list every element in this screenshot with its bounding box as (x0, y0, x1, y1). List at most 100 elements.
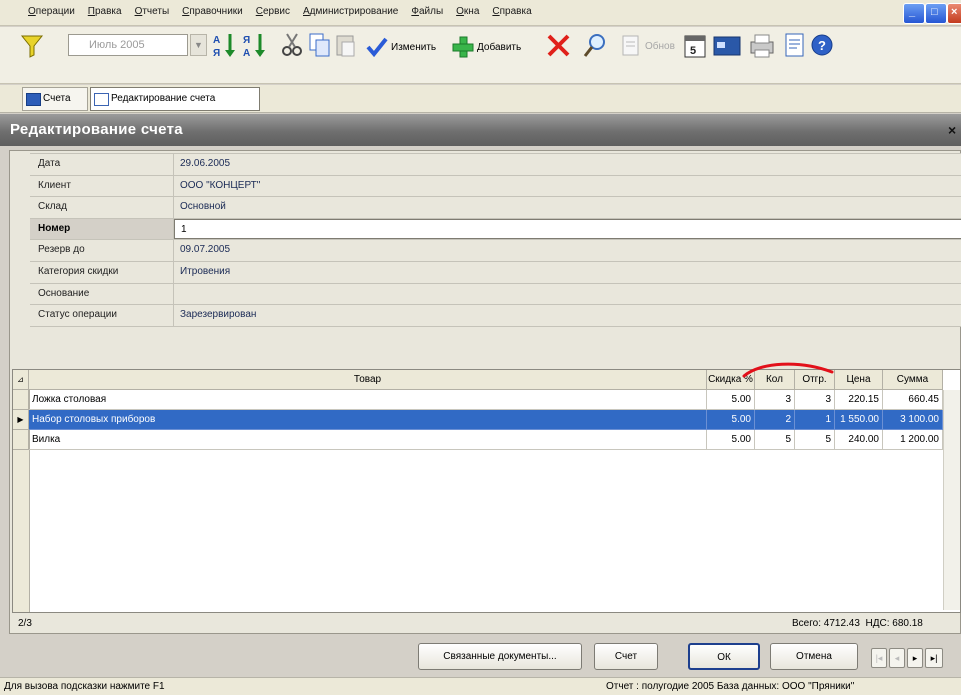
first-record-button[interactable]: |◂ (871, 648, 887, 668)
menu-item[interactable]: Окна (456, 6, 479, 17)
table-row[interactable]: Вилка 5.00 5 5 240.00 1 200.00 (13, 430, 960, 450)
menu-item[interactable]: Файлы (411, 6, 443, 17)
field-label: Категория скидки (30, 261, 174, 283)
column-header[interactable]: Сумма (883, 370, 943, 390)
menu-item[interactable]: Администрирование (303, 6, 398, 17)
field-value[interactable]: Зарезервирован (174, 305, 961, 326)
row-selector[interactable] (13, 430, 29, 450)
column-header[interactable]: Отгр. (795, 370, 835, 390)
minimize-icon: _ (909, 6, 916, 18)
field-row: Статус операции Зарезервирован (30, 305, 961, 327)
period-dropdown-button[interactable]: ▼ (190, 34, 207, 56)
last-record-button[interactable]: ▸| (925, 648, 943, 668)
tab-label: Счета (43, 93, 71, 104)
field-label: Номер (30, 218, 174, 240)
row-selector[interactable] (13, 390, 29, 410)
field-label: Основание (30, 283, 174, 305)
table-cell[interactable]: 5.00 (707, 390, 755, 410)
table-cell[interactable]: 3 (755, 390, 795, 410)
menu-item[interactable]: Справка (492, 6, 531, 17)
field-value[interactable]: 09.07.2005 (174, 240, 961, 261)
menu-item[interactable]: Правка (88, 6, 122, 17)
table-cell[interactable]: 3 100.00 (883, 410, 943, 430)
table-cell[interactable]: 2 (755, 410, 795, 430)
delete-icon[interactable] (546, 33, 572, 59)
sort-ascending-icon[interactable]: A Я (212, 31, 238, 59)
period-field[interactable]: Июль 2005 (68, 34, 188, 56)
cancel-button[interactable]: Отмена (770, 643, 858, 670)
table-cell[interactable]: 5 (795, 430, 835, 450)
table-cell[interactable]: 220.15 (835, 390, 883, 410)
column-header[interactable]: Скидка % (707, 370, 755, 390)
minimize-button[interactable]: _ (903, 3, 925, 24)
field-value[interactable] (174, 283, 961, 305)
copy-icon[interactable] (308, 32, 332, 58)
table-cell[interactable]: Набор столовых приборов (29, 410, 707, 430)
menu-item[interactable]: Сервис (256, 6, 290, 17)
edit-label: Изменить (391, 41, 437, 53)
field-value[interactable]: 1 (174, 218, 961, 240)
help-icon[interactable]: ? (810, 33, 836, 59)
row-selector[interactable]: ▶ (13, 410, 29, 430)
field-value[interactable]: 29.06.2005 (174, 154, 961, 175)
table-cell[interactable]: 660.45 (883, 390, 943, 410)
table-cell[interactable]: Ложка столовая (29, 390, 707, 410)
printer-icon[interactable] (748, 32, 776, 60)
cut-icon[interactable] (280, 32, 304, 58)
field-value[interactable]: ООО "КОНЦЕРТ" (174, 175, 961, 197)
field-row: Дата 29.06.2005 (30, 154, 961, 176)
linked-documents-button[interactable]: Связанные документы... (418, 643, 582, 670)
field-value[interactable]: Основной (174, 197, 961, 218)
column-header[interactable]: Цена (835, 370, 883, 390)
property-grid: Дата 29.06.2005 Клиент ООО "КОНЦЕРТ" Склад Ос… (30, 153, 961, 327)
table-cell[interactable]: 3 (795, 390, 835, 410)
tab-edit-invoice[interactable]: Редактирование счета (90, 87, 260, 111)
column-header[interactable]: Кол (755, 370, 795, 390)
ok-button[interactable]: ОК (688, 643, 760, 670)
refresh-button[interactable]: Обнов (620, 34, 675, 58)
table-cell[interactable]: 5.00 (707, 410, 755, 430)
checkmark-icon (366, 37, 388, 57)
menu-item[interactable]: Справочники (182, 6, 243, 17)
field-value[interactable]: Итровения (174, 261, 961, 283)
add-button[interactable]: Добавить (452, 36, 521, 58)
vertical-scrollbar[interactable] (943, 390, 960, 610)
svg-text:Я: Я (213, 48, 220, 59)
close-form-icon[interactable]: × (948, 122, 956, 138)
calendar-icon[interactable]: 5 (682, 31, 710, 61)
search-icon[interactable] (582, 32, 608, 60)
report-icon[interactable] (782, 32, 808, 60)
totals: Всего: 4712.43 НДС: 680.18 (792, 618, 923, 629)
status-database: Отчет : полугодие 2005 База данных: ООО … (606, 681, 855, 692)
menu-bar: Операции Правка Отчеты Справочники Сервис Адм… (0, 0, 961, 26)
table-row[interactable]: ▶ Набор столовых приборов 5.00 2 1 1 550.00 3 … (13, 410, 960, 430)
edit-form: Дата 29.06.2005 Клиент ООО "КОНЦЕРТ" Склад Ос… (9, 150, 961, 634)
status-hint: Для вызова подсказки нажмите F1 (4, 681, 165, 692)
table-cell[interactable]: 1 550.00 (835, 410, 883, 430)
plus-icon (452, 36, 474, 58)
field-label: Резерв до (30, 240, 174, 261)
close-window-button[interactable]: × (947, 3, 961, 24)
tab-invoices[interactable]: Счета (22, 87, 88, 111)
maximize-button[interactable]: □ (925, 3, 947, 24)
paste-icon[interactable] (334, 32, 358, 58)
table-cell[interactable]: 240.00 (835, 430, 883, 450)
table-cell[interactable]: Вилка (29, 430, 707, 450)
filter-icon[interactable] (20, 33, 44, 59)
items-grid: ⊿ Товар Скидка % Кол Отгр. Цена Сумма Ложка с… (12, 369, 961, 613)
card-icon[interactable] (712, 33, 742, 59)
next-record-button[interactable]: ▸ (907, 648, 923, 668)
invoice-button[interactable]: Счет (594, 643, 658, 670)
previous-record-button[interactable]: ◂ (889, 648, 905, 668)
svg-text:A: A (213, 35, 220, 46)
column-header[interactable]: Товар (29, 370, 707, 390)
table-cell[interactable]: 1 (795, 410, 835, 430)
table-cell[interactable]: 5.00 (707, 430, 755, 450)
table-cell[interactable]: 5 (755, 430, 795, 450)
edit-button[interactable]: Изменить (366, 37, 436, 57)
table-row[interactable]: Ложка столовая 5.00 3 3 220.15 660.45 (13, 390, 960, 410)
menu-item[interactable]: Операции (28, 6, 75, 17)
menu-item[interactable]: Отчеты (135, 6, 170, 17)
table-cell[interactable]: 1 200.00 (883, 430, 943, 450)
sort-descending-icon[interactable]: Я A (242, 31, 268, 59)
